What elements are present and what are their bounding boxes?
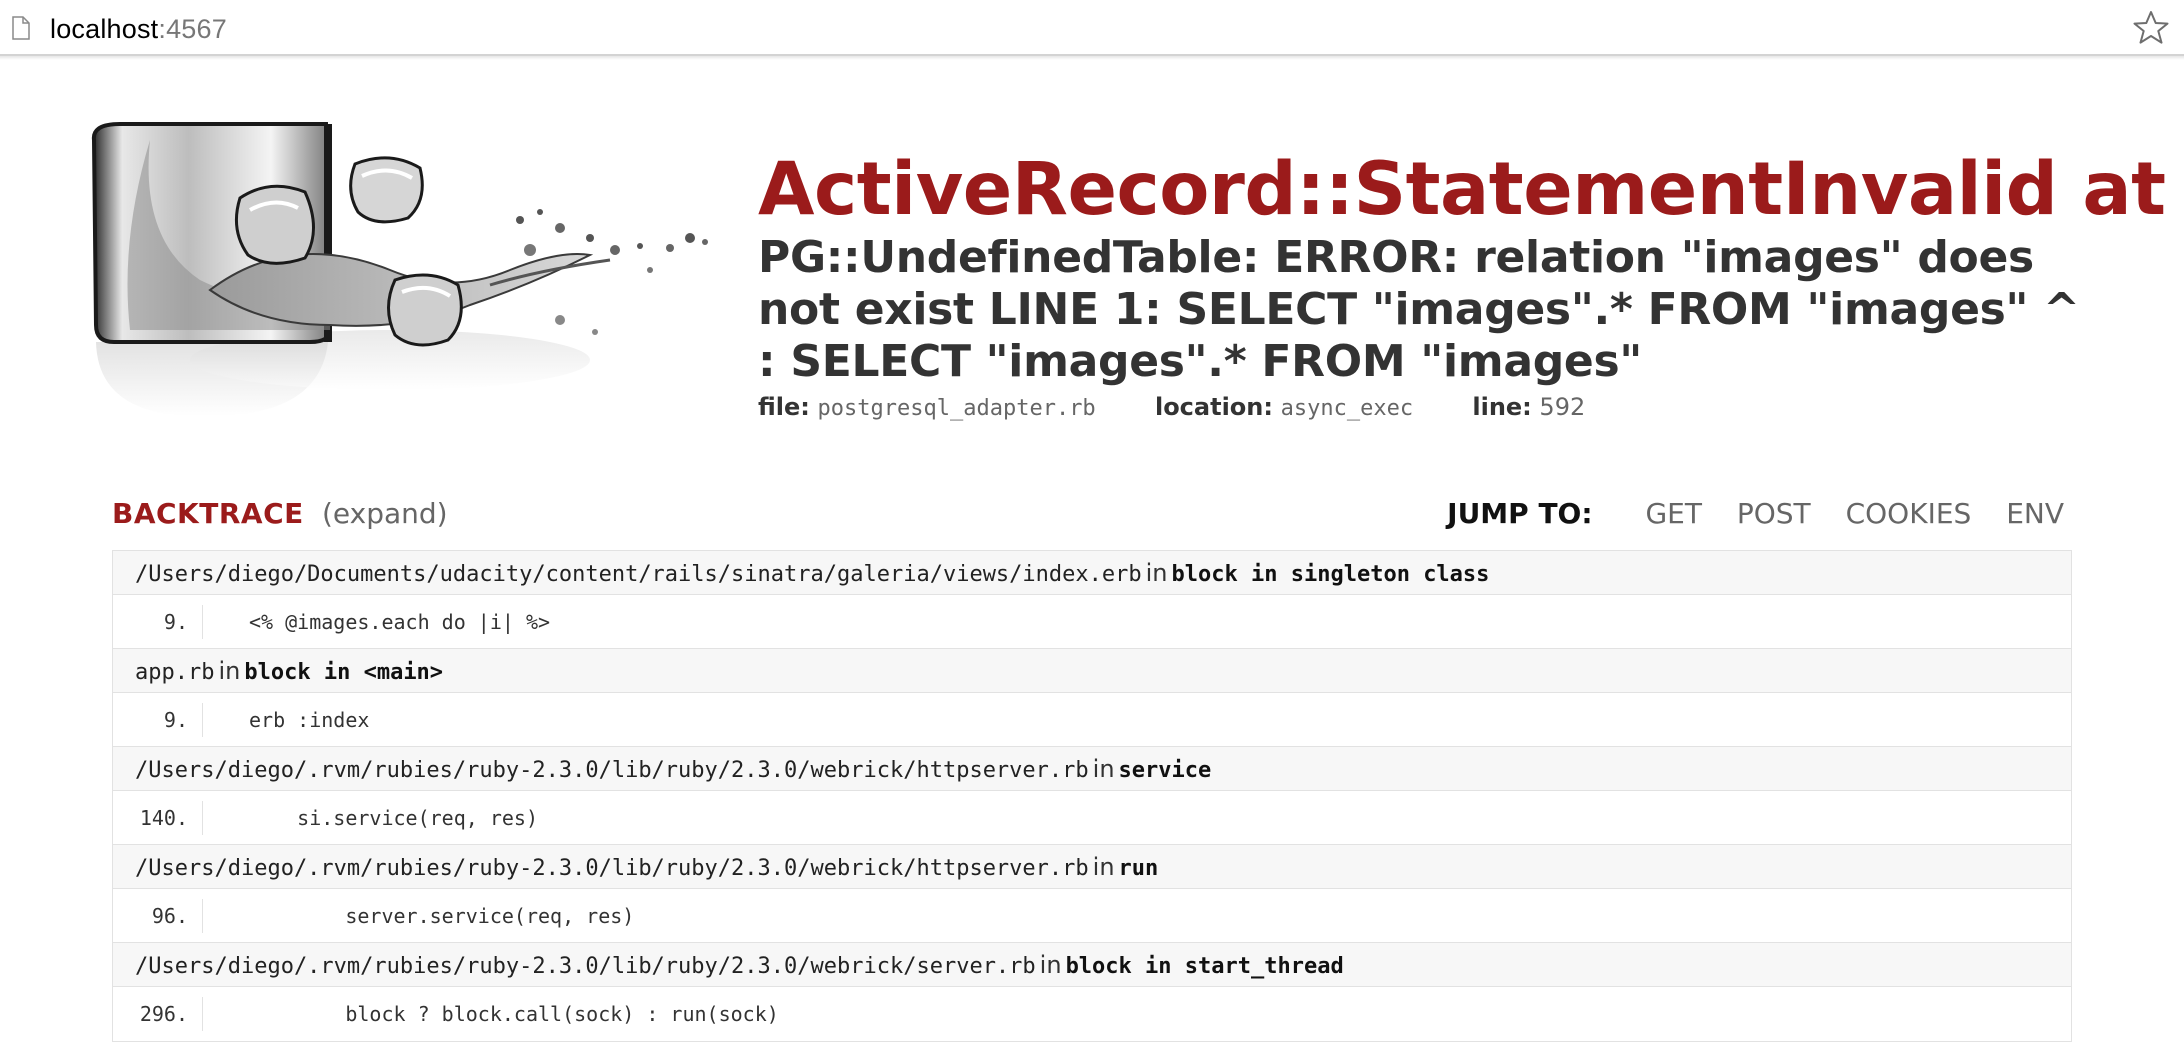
frame-header[interactable]: app.rb in block in <main> [113,649,2071,693]
location-label: location: [1154,393,1273,421]
url-port: :4567 [158,14,227,44]
frame-in: in [1092,755,1115,783]
frame-method: block in <main> [244,660,444,685]
jump-link-env[interactable]: ENV [2006,497,2064,530]
star-icon[interactable] [2132,9,2170,47]
backtrace-expand-link[interactable]: (expand) [322,496,448,532]
location-value: async_exec [1280,396,1414,421]
frame-code-row: 140. si.service(req, res) [113,791,2071,845]
frame-header[interactable]: /Users/diego/.rvm/rubies/ruby-2.3.0/lib/… [113,845,2071,889]
url-host: localhost [50,14,159,44]
frame-method: service [1118,758,1212,783]
frame-method: block in start_thread [1065,954,1344,979]
frame-method: run [1118,856,1159,881]
frame-in: in [1092,853,1115,881]
frame-code: block ? block.call(sock) : run(sock) [249,1002,779,1026]
frame-header[interactable]: /Users/diego/.rvm/rubies/ruby-2.3.0/lib/… [113,943,2071,987]
jump-to-nav: JUMP TO: GET POST COOKIES ENV [1447,496,2064,532]
error-meta: file: postgresql_adapter.rb location: as… [758,392,1585,424]
frame-line-number: 140. [113,801,203,835]
frame-code: <% @images.each do |i| %> [249,610,551,634]
url-text[interactable]: localhost:4567 [50,12,227,46]
sinatra-whiskey-glass-logo [91,122,708,417]
address-bar-shadow [0,56,2184,60]
page-icon [12,16,30,40]
backtrace-title: BACKTRACE [112,497,304,530]
frame-code: si.service(req, res) [249,806,538,830]
frame-method: block in singleton class [1171,562,1490,587]
frame-path: /Users/diego/.rvm/rubies/ruby-2.3.0/lib/… [135,856,1089,881]
frame-code: erb :index [249,708,370,732]
frame-line-number: 9. [113,605,203,639]
frame-line-number: 96. [113,899,203,933]
file-value: postgresql_adapter.rb [817,396,1096,421]
frame-line-number: 9. [113,703,203,737]
frame-path: /Users/diego/Documents/udacity/content/r… [135,562,1142,587]
frame-code-row: 9. <% @images.each do |i| %> [113,595,2071,649]
jump-link-get[interactable]: GET [1645,497,1702,530]
frame-code-row: 9. erb :index [113,693,2071,747]
frame-code-row: 96. server.service(req, res) [113,889,2071,943]
line-value: 592 [1539,393,1586,421]
frame-path: /Users/diego/.rvm/rubies/ruby-2.3.0/lib/… [135,758,1089,783]
frame-path: /Users/diego/.rvm/rubies/ruby-2.3.0/lib/… [135,954,1036,979]
backtrace-table: /Users/diego/Documents/udacity/content/r… [112,550,2072,1042]
frame-code: server.service(req, res) [249,904,635,928]
line-label: line: [1472,393,1532,421]
frame-header[interactable]: /Users/diego/.rvm/rubies/ruby-2.3.0/lib/… [113,747,2071,791]
frame-in: in [1145,559,1168,587]
address-bar[interactable]: localhost:4567 [0,0,2184,60]
frame-header[interactable]: /Users/diego/Documents/udacity/content/r… [113,551,2071,595]
frame-path: app.rb [135,660,215,685]
jump-to-label: JUMP TO: [1447,497,1593,530]
frame-in: in [218,657,241,685]
frame-in: in [1039,951,1062,979]
jump-link-cookies[interactable]: COOKIES [1846,497,1972,530]
frame-line-number: 296. [113,997,203,1031]
frame-code-row: 296. block ? block.call(sock) : run(sock… [113,987,2071,1041]
file-label: file: [758,393,810,421]
error-title: ActiveRecord::StatementInvalid at / [758,147,2184,232]
error-message: PG::UndefinedTable: ERROR: relation "ima… [758,232,2080,387]
jump-link-post[interactable]: POST [1737,497,1811,530]
